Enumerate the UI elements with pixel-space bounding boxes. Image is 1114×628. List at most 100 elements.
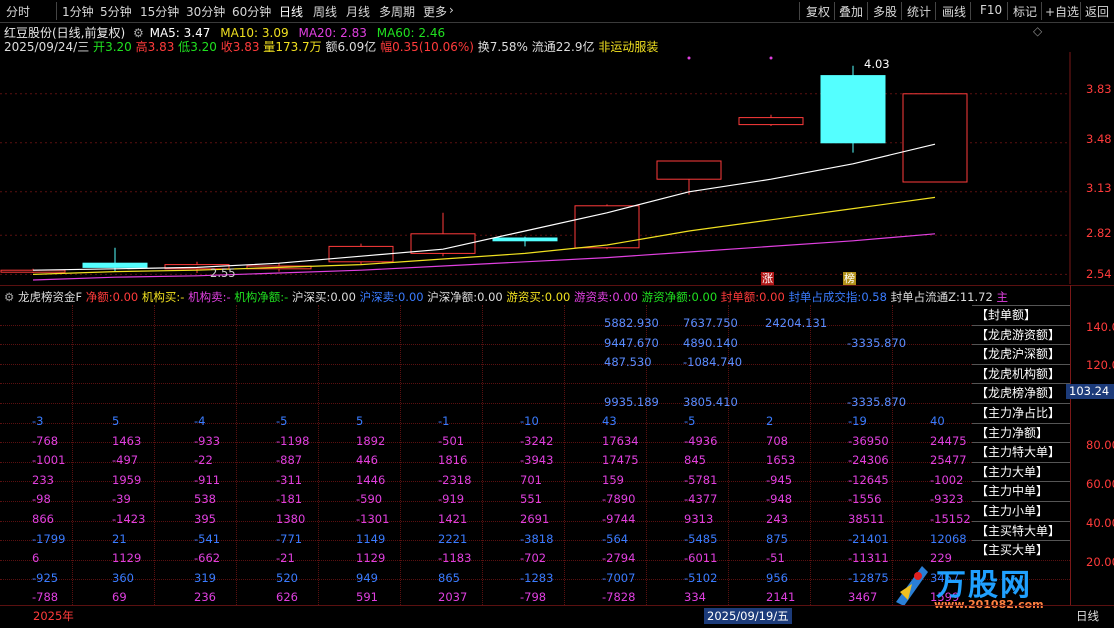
indicator-menu-item[interactable]: 【主力净额】	[972, 422, 1070, 441]
flow-cell: -497	[112, 453, 139, 468]
lhb-value: 4890.140	[683, 336, 738, 350]
dragon-tiger-badge[interactable]: 榜	[843, 272, 856, 285]
flow-cell: -2318	[438, 472, 472, 487]
tab-fenshi[interactable]: 分时	[6, 3, 30, 20]
f10-button[interactable]: F10	[980, 3, 1002, 17]
panel-divider	[0, 285, 1114, 286]
inst-net-value: -	[284, 290, 289, 304]
flow-cell: 360	[112, 570, 134, 585]
flow-cell: 24475	[930, 433, 967, 448]
indicator-axis-label: 60.00	[1086, 477, 1114, 491]
tab-multi-period[interactable]: 多周期	[379, 3, 415, 20]
yz-buy-label: 游资买:	[506, 290, 545, 304]
stats-button[interactable]: 统计	[907, 3, 931, 20]
lhb-value: -1084.740	[683, 355, 743, 369]
flow-cell: -24306	[848, 453, 889, 468]
period-label: 日线	[1076, 609, 1099, 623]
indicator-menu-item[interactable]: 【主力中单】	[972, 481, 1070, 500]
back-button[interactable]: 返回	[1085, 3, 1109, 20]
flow-cell: -1301	[356, 512, 390, 526]
indicator-menu-item[interactable]: 【龙虎机构额】	[972, 363, 1070, 382]
flow-cell: -11311	[848, 551, 889, 566]
hgt-sell-value: 0.00	[397, 290, 424, 304]
flow-cell: -4377	[684, 492, 718, 507]
flow-cell: -12875	[848, 570, 889, 585]
inst-net-label: 机构净额:	[234, 290, 285, 304]
indicator-menu-item[interactable]: 【主力大单】	[972, 461, 1070, 480]
hgt-net-value: 0.00	[477, 290, 503, 304]
indicator-menu-item[interactable]: 【龙虎游资额】	[972, 324, 1070, 343]
tab-monthly[interactable]: 月线	[346, 3, 370, 20]
flow-cell: -39	[112, 492, 131, 507]
flow-cell: -19	[848, 414, 867, 428]
seal-value: 0.00	[759, 290, 785, 304]
indicator-menu-item[interactable]: 【主买大单】	[972, 540, 1070, 559]
indicator-menu-item[interactable]: 【封单额】	[972, 305, 1070, 323]
flow-cell: -662	[194, 551, 221, 566]
chevron-right-icon[interactable]: ›	[449, 3, 454, 17]
flow-cell: 2037	[438, 590, 468, 605]
flow-cell: -6011	[684, 551, 718, 566]
divider	[867, 2, 868, 20]
flow-cell: 159	[602, 472, 624, 487]
limit-up-badge[interactable]: 涨	[761, 272, 774, 285]
flow-cell: -1799	[32, 531, 66, 546]
rocket-icon	[896, 566, 928, 606]
indicator-menu-item[interactable]: 【龙虎沪深额】	[972, 344, 1070, 363]
candle-body	[410, 233, 476, 254]
main-label: 主	[996, 290, 1008, 304]
flow-cell: -3	[32, 414, 44, 428]
net-label: 净额:	[85, 290, 113, 304]
indicator-menu-item[interactable]: 【主力小单】	[972, 501, 1070, 519]
flow-cell: 956	[766, 570, 788, 585]
draw-line-button[interactable]: 画线	[942, 3, 966, 20]
flow-cell: -1283	[520, 570, 554, 585]
hgt-buy-label: 沪深买:	[291, 290, 331, 304]
add-watchlist-button[interactable]: +自选	[1045, 3, 1079, 20]
flow-cell: -1002	[930, 472, 964, 487]
inst-buy-value: -	[180, 290, 185, 304]
indicator-menu-item[interactable]: 【龙虎榜净额】	[972, 383, 1070, 402]
indicator-axis-label: 20.00	[1086, 555, 1114, 569]
tab-30min[interactable]: 30分钟	[186, 3, 225, 20]
flow-cell: -933	[194, 433, 221, 448]
restore-rights-button[interactable]: 复权	[806, 3, 830, 20]
tab-more[interactable]: 更多	[423, 3, 447, 20]
cursor-date-tag: 2025/09/19/五	[704, 608, 792, 624]
flow-cell: 538	[194, 492, 216, 507]
indicator-menu-item[interactable]: 【主力特大单】	[972, 442, 1070, 461]
flow-cell: -98	[32, 492, 51, 507]
tab-daily[interactable]: 日线	[279, 3, 303, 20]
flow-cell: 2	[766, 414, 774, 428]
indicator-title[interactable]: 龙虎榜资金F	[18, 290, 82, 304]
tab-1min[interactable]: 1分钟	[62, 3, 94, 20]
flow-cell: 708	[766, 433, 788, 448]
indicator-menu-item[interactable]: 【主力净占比】	[972, 403, 1070, 421]
yz-buy-value: 0.00	[544, 290, 571, 304]
tab-5min[interactable]: 5分钟	[100, 3, 132, 20]
settings-icon[interactable]: ⚙	[4, 290, 14, 304]
overlay-button[interactable]: 叠加	[839, 3, 863, 20]
kline-chart[interactable]	[0, 52, 1114, 284]
indicator-menu-item[interactable]: 【主买特大单】	[972, 520, 1070, 539]
current-value-tag: 103.24	[1066, 384, 1114, 399]
flow-cell: 2691	[520, 512, 550, 526]
chevron-down-icon[interactable]: ◇	[1033, 24, 1042, 38]
tab-60min[interactable]: 60分钟	[232, 3, 271, 20]
flow-cell: 6	[32, 551, 40, 566]
flow-cell: -1556	[848, 492, 882, 507]
mark-button[interactable]: 标记	[1013, 3, 1037, 20]
grid-row-line	[0, 383, 1070, 385]
yz-net-label: 游资净额:	[641, 290, 692, 304]
flow-cell: 446	[356, 453, 378, 468]
flow-cell: 319	[194, 570, 216, 585]
hgt-buy-value: 0.00	[330, 290, 356, 304]
seal-label: 封单额:	[720, 290, 760, 304]
tab-15min[interactable]: 15分钟	[140, 3, 179, 20]
tab-weekly[interactable]: 周线	[313, 3, 337, 20]
flow-cell: -768	[32, 433, 59, 448]
multi-stock-button[interactable]: 多股	[873, 3, 897, 20]
flow-cell: 1653	[766, 453, 796, 468]
flow-cell: -7007	[602, 570, 636, 585]
candle-body	[82, 262, 148, 268]
